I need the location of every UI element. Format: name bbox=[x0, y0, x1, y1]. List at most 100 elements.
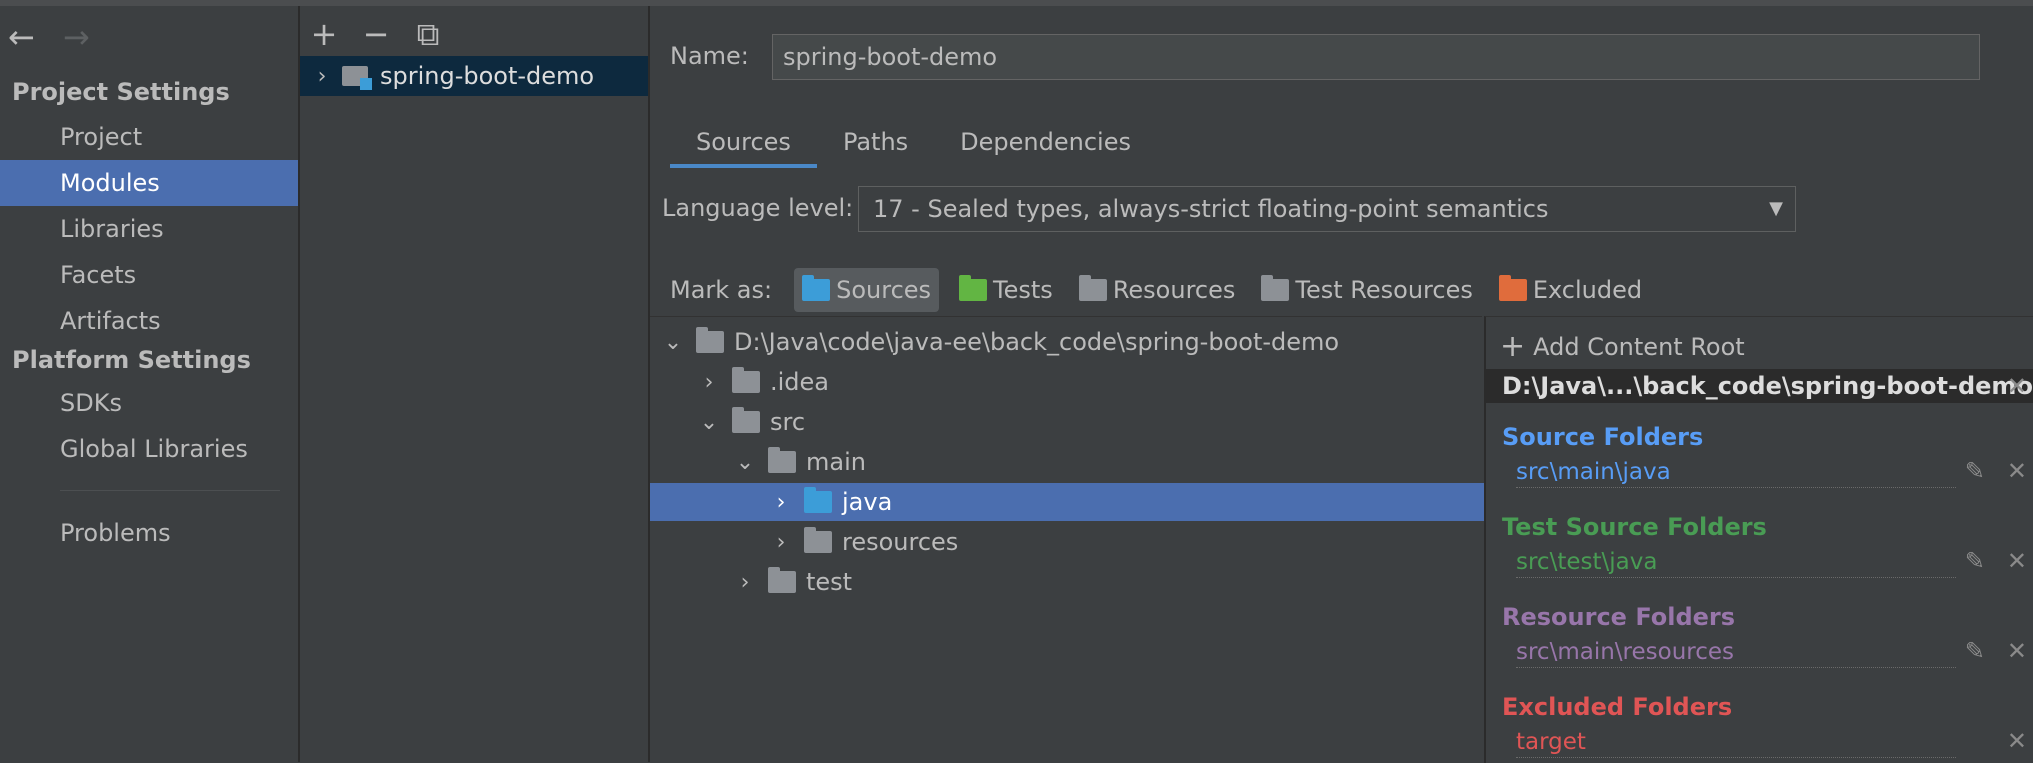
name-label: Name: bbox=[670, 42, 749, 70]
tree-row-idea[interactable]: › .idea bbox=[650, 363, 1528, 401]
copy-icon[interactable]: ⧉ bbox=[414, 15, 442, 53]
tree-row-root[interactable]: ⌄ D:\Java\code\java-ee\back_code\spring-… bbox=[650, 323, 1492, 361]
chevron-right-icon[interactable]: › bbox=[768, 530, 794, 555]
close-icon[interactable]: ✕ bbox=[2007, 369, 2027, 403]
folder-icon bbox=[768, 447, 796, 473]
edit-icon[interactable]: ✎ bbox=[1965, 457, 1985, 485]
language-level-label: Language level: bbox=[662, 194, 854, 222]
tree-row-resources[interactable]: › resources bbox=[650, 523, 1600, 561]
mark-test-resources-label: Test Resources bbox=[1295, 276, 1473, 304]
tree-main-label: main bbox=[806, 448, 866, 476]
content-root-header: D:\Java\...\back_code\spring-boot-demo ✕ bbox=[1486, 369, 2033, 403]
mark-as-toolbar: Mark as: Sources Tests Resources Test Re… bbox=[670, 268, 1662, 312]
dropdown-arrow-icon: ▼ bbox=[1769, 198, 1783, 219]
source-folders-heading: Source Folders bbox=[1502, 423, 1704, 451]
folder-icon bbox=[732, 367, 760, 393]
close-icon[interactable]: ✕ bbox=[2007, 637, 2027, 665]
mark-excluded-label: Excluded bbox=[1532, 276, 1643, 304]
edit-icon[interactable]: ✎ bbox=[1965, 637, 1985, 665]
folder-icon bbox=[732, 407, 760, 433]
module-settings-panel: Name: spring-boot-demo Sources Paths Dep… bbox=[650, 6, 2033, 763]
test-source-folder-item: src\test\java bbox=[1516, 547, 1956, 578]
chevron-down-icon[interactable]: ⌄ bbox=[660, 330, 686, 355]
tree-src-label: src bbox=[770, 408, 806, 436]
tests-folder-icon bbox=[959, 275, 988, 301]
mark-excluded-button[interactable]: Excluded bbox=[1493, 268, 1648, 312]
chevron-right-icon[interactable]: › bbox=[308, 64, 336, 89]
language-level-select[interactable]: 17 - Sealed types, always-strict floatin… bbox=[858, 186, 1796, 232]
nav-item-libraries[interactable]: Libraries bbox=[0, 206, 298, 252]
module-name: spring-boot-demo bbox=[380, 62, 595, 90]
module-toolbar: + − ⧉ bbox=[310, 12, 442, 56]
resources-folder-icon bbox=[804, 527, 832, 553]
resource-folders-heading: Resource Folders bbox=[1502, 603, 1736, 631]
source-folder-icon bbox=[804, 487, 832, 513]
excluded-folder-item: target bbox=[1516, 727, 1956, 758]
language-level-value: 17 - Sealed types, always-strict floatin… bbox=[873, 195, 1549, 223]
tree-row-main[interactable]: ⌄ main bbox=[650, 443, 1564, 481]
settings-nav: ← → Project Settings Project Modules Lib… bbox=[0, 6, 300, 762]
tree-row-java[interactable]: › java bbox=[650, 483, 1600, 521]
excluded-folder-icon bbox=[1498, 275, 1527, 301]
forward-arrow-icon[interactable]: → bbox=[63, 18, 90, 58]
mark-sources-button[interactable]: Sources bbox=[794, 268, 940, 312]
tree-row-test[interactable]: › test bbox=[650, 563, 1564, 601]
tab-dependencies[interactable]: Dependencies bbox=[934, 116, 1157, 168]
mark-tests-label: Tests bbox=[993, 276, 1053, 304]
chevron-right-icon[interactable]: › bbox=[768, 490, 794, 515]
tree-test-label: test bbox=[806, 568, 853, 596]
project-settings-heading: Project Settings bbox=[12, 78, 230, 106]
test-source-folders-heading: Test Source Folders bbox=[1502, 513, 1767, 541]
nav-item-artifacts[interactable]: Artifacts bbox=[0, 298, 298, 344]
mark-tests-button[interactable]: Tests bbox=[953, 268, 1059, 312]
close-icon[interactable]: ✕ bbox=[2007, 727, 2027, 755]
add-content-root-button[interactable]: + Add Content Root bbox=[1500, 329, 1745, 364]
tree-idea-label: .idea bbox=[770, 368, 830, 396]
chevron-right-icon[interactable]: › bbox=[696, 370, 722, 395]
add-icon[interactable]: + bbox=[310, 15, 338, 53]
edit-icon[interactable]: ✎ bbox=[1965, 547, 1985, 575]
test-folder-actions: ✎ ✕ bbox=[1965, 547, 2027, 575]
folder-icon bbox=[768, 567, 796, 593]
nav-item-project[interactable]: Project bbox=[0, 114, 298, 160]
module-row[interactable]: › spring-boot-demo bbox=[300, 56, 648, 96]
remove-icon[interactable]: − bbox=[362, 15, 390, 53]
close-icon[interactable]: ✕ bbox=[2007, 457, 2027, 485]
tree-root-label: D:\Java\code\java-ee\back_code\spring-bo… bbox=[734, 328, 1340, 356]
nav-item-sdks[interactable]: SDKs bbox=[0, 380, 298, 426]
resource-folder-item: src\main\resources bbox=[1516, 637, 1956, 668]
nav-divider bbox=[60, 490, 280, 491]
resource-folder-actions: ✎ ✕ bbox=[1965, 637, 2027, 665]
excluded-folders-heading: Excluded Folders bbox=[1502, 693, 1733, 721]
name-field[interactable]: spring-boot-demo bbox=[772, 34, 1980, 80]
tab-bar: Sources Paths Dependencies bbox=[670, 116, 1157, 168]
resources-folder-icon bbox=[1078, 275, 1107, 301]
content-tree: ⌄ D:\Java\code\java-ee\back_code\spring-… bbox=[650, 316, 1600, 763]
content-root-path: D:\Java\...\back_code\spring-boot-demo bbox=[1502, 372, 2033, 400]
module-list-panel: + − ⧉ › spring-boot-demo bbox=[300, 6, 650, 762]
chevron-right-icon[interactable]: › bbox=[732, 570, 758, 595]
mark-resources-button[interactable]: Resources bbox=[1073, 268, 1242, 312]
add-content-root-label: Add Content Root bbox=[1533, 332, 1745, 361]
nav-item-modules[interactable]: Modules bbox=[0, 160, 298, 206]
platform-settings-heading: Platform Settings bbox=[12, 346, 251, 374]
tree-row-src[interactable]: ⌄ src bbox=[650, 403, 1528, 441]
tab-sources[interactable]: Sources bbox=[670, 116, 817, 168]
source-folder-item: src\main\java bbox=[1516, 457, 1956, 488]
nav-item-global-libraries[interactable]: Global Libraries bbox=[0, 426, 298, 472]
source-folder-actions: ✎ ✕ bbox=[1965, 457, 2027, 485]
sources-folder-icon bbox=[802, 275, 831, 301]
mark-test-resources-button[interactable]: Test Resources bbox=[1255, 268, 1478, 312]
nav-item-facets[interactable]: Facets bbox=[0, 252, 298, 298]
mark-sources-label: Sources bbox=[836, 276, 932, 304]
nav-arrows: ← → bbox=[8, 18, 90, 58]
excluded-folder-actions: ✕ bbox=[2007, 727, 2027, 755]
mark-as-label: Mark as: bbox=[670, 276, 773, 304]
back-arrow-icon[interactable]: ← bbox=[8, 18, 35, 58]
chevron-down-icon[interactable]: ⌄ bbox=[732, 450, 758, 475]
tree-resources-label: resources bbox=[842, 528, 959, 556]
chevron-down-icon[interactable]: ⌄ bbox=[696, 410, 722, 435]
close-icon[interactable]: ✕ bbox=[2007, 547, 2027, 575]
tab-paths[interactable]: Paths bbox=[817, 116, 934, 168]
nav-item-problems[interactable]: Problems bbox=[0, 510, 298, 556]
